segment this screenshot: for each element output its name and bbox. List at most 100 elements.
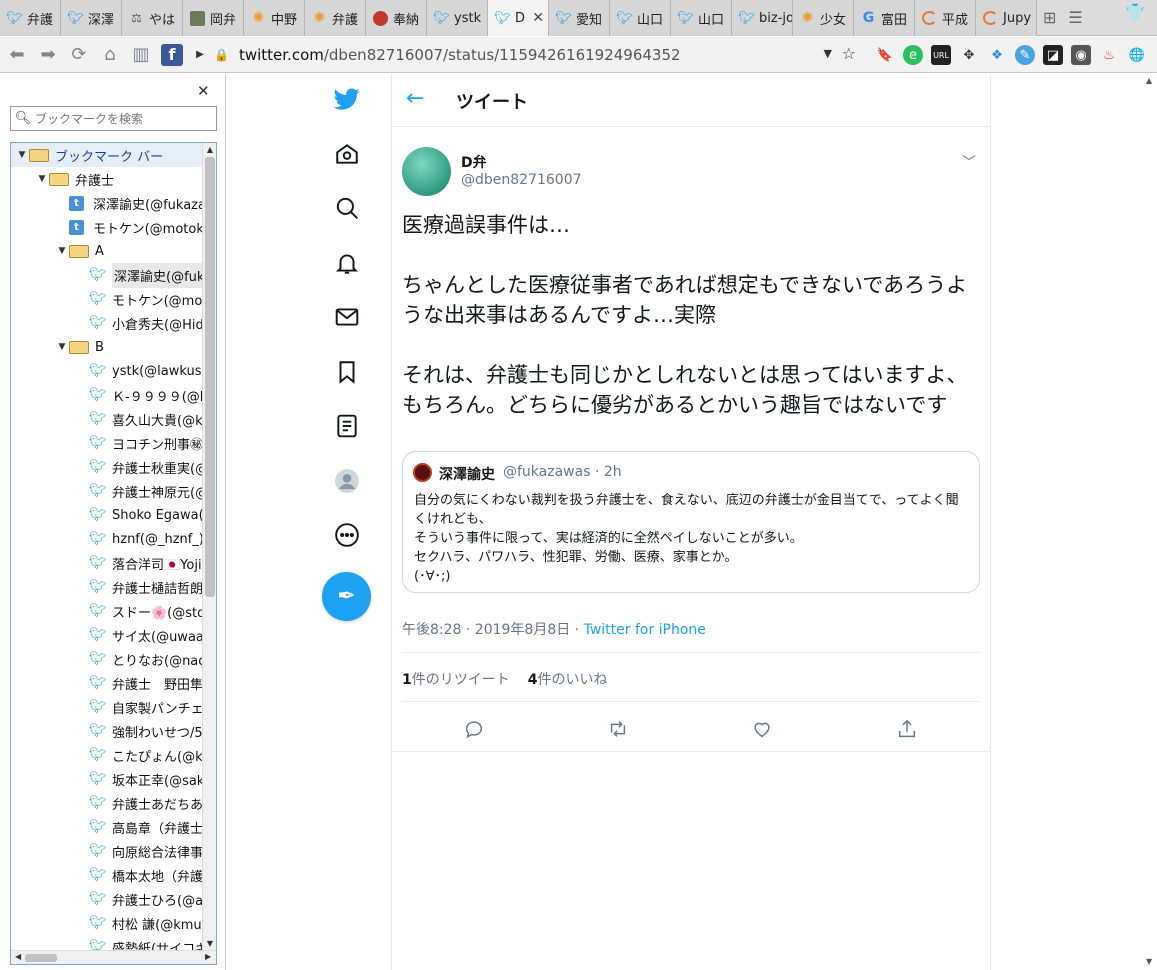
retweet-icon[interactable]	[604, 715, 632, 743]
feather-icon[interactable]: ✎	[1015, 45, 1035, 65]
bookmark-folder[interactable]: ▼ 弁護士	[11, 167, 114, 191]
bookmark-item[interactable]: 🐦︎ Shoko Egawa(@	[11, 503, 216, 527]
bookmarks-nav-icon[interactable]	[322, 352, 372, 392]
browser-tab[interactable]: ✺ 中野	[244, 0, 305, 36]
bookmark-item[interactable]: 🐦︎ 強制わいせつ/5	[11, 719, 203, 743]
like-heart-icon[interactable]	[748, 715, 776, 743]
twitter-logo-icon[interactable]	[322, 79, 372, 119]
bookmark-folder[interactable]: ▼ B	[11, 335, 104, 359]
bookmark-item[interactable]: 🐦︎ 高島章（弁護士	[11, 815, 203, 839]
home-nav-icon[interactable]	[322, 134, 372, 174]
bookmark-item[interactable]: t モトケン(@motoke	[11, 215, 211, 239]
bookmark-folder[interactable]: ▼ ブックマーク バー	[11, 143, 216, 167]
bookmark-item[interactable]: 🐦︎ ヨコチン刑事㊙	[11, 431, 203, 455]
bookmark-item[interactable]: 🐦︎ 弁護士樋詰哲朗	[11, 575, 203, 599]
facebook-icon[interactable]: f	[161, 43, 183, 66]
browser-tab[interactable]: 🐦︎ 弁護	[0, 0, 61, 36]
tweet-timestamp[interactable]: 午後8:28 · 2019年8月8日 ·	[402, 622, 584, 638]
author-name[interactable]: D弁	[461, 152, 487, 172]
new-tab-icon[interactable]: ⊞	[1043, 8, 1056, 27]
browser-tab[interactable]: ✺ 弁護	[305, 0, 366, 36]
scroll-thumb-horizontal[interactable]	[25, 954, 57, 962]
bookmark-item[interactable]: 🐦︎ スドー🌸(@std	[11, 599, 205, 623]
bookmark-item[interactable]: 🐦︎ 向原総合法律事	[11, 839, 203, 863]
scroll-down-icon[interactable]: ▼	[203, 939, 216, 948]
bookmark-item[interactable]: 🐦︎ 弁護士神原元(@	[11, 479, 208, 503]
tweet-menu-chevron-icon[interactable]: ﹀	[962, 152, 976, 172]
bookmark-item[interactable]: 🐦︎ 村松 謙(@kmu	[11, 911, 202, 935]
bookmark-item[interactable]: 🐦︎ 弁護士あだちあ	[11, 791, 203, 815]
camera-icon[interactable]: ◉	[1071, 45, 1091, 65]
bookmark-item[interactable]: 🐦︎ 弁護士 野田隼	[11, 671, 203, 695]
bookmark-star-icon[interactable]: ☆	[842, 44, 856, 63]
profile-avatar-icon[interactable]	[322, 461, 372, 501]
evernote-icon[interactable]: e	[903, 45, 923, 65]
bookmarks-icon[interactable]: 🔖	[875, 45, 895, 65]
tab-close-icon[interactable]: ✕	[532, 10, 544, 26]
browser-tab[interactable]: 奉納	[366, 0, 427, 36]
expand-triangle-icon[interactable]: ▼	[15, 150, 29, 160]
notifications-bell-icon[interactable]	[322, 243, 372, 283]
browser-tab[interactable]: 🐦︎ 深澤	[61, 0, 122, 36]
scroll-left-icon[interactable]: ◀	[15, 952, 21, 961]
browser-tab[interactable]: ⚖ やは	[122, 0, 183, 36]
browser-tab[interactable]: ✺ 少女	[793, 0, 854, 36]
sidebar-close-icon[interactable]: ✕	[197, 82, 210, 100]
compose-tweet-button[interactable]: ✒	[322, 572, 371, 621]
move-icon[interactable]: ✥	[959, 45, 979, 65]
forward-icon[interactable]: ➡	[34, 41, 62, 69]
globe-icon[interactable]: 🌐	[1127, 45, 1147, 65]
bookmark-item[interactable]: 🐦︎ 喜久山大貴(@k	[11, 407, 203, 431]
bookmark-item[interactable]: 🐦︎ 橋本太地（弁護	[11, 863, 203, 887]
page-scrollbar[interactable]: ▲ ▼	[1143, 74, 1157, 970]
browser-tab[interactable]: G 富田	[854, 0, 915, 36]
browser-tab[interactable]: 🐦︎ biz-jo	[732, 0, 793, 36]
bookmark-item[interactable]: 🐦︎ とりなお(@naot	[11, 647, 211, 671]
url-bar[interactable]: 🔒 twitter.com/dben82716007/status/115942…	[208, 41, 862, 69]
browser-tab[interactable]: 🐦︎ D ✕	[488, 0, 549, 36]
bookmark-item[interactable]: 🐦︎ 深澤諭史(@fuk	[11, 262, 207, 288]
page-scroll-up-icon[interactable]: ▲	[1146, 76, 1152, 85]
browser-tab[interactable]: 平成	[915, 0, 976, 36]
share-icon[interactable]	[893, 715, 921, 743]
bookmark-item[interactable]: 🐦︎ モトケン(@moto	[11, 287, 215, 311]
expand-triangle-icon[interactable]: ▼	[35, 174, 49, 184]
lists-icon[interactable]	[322, 406, 372, 446]
tab-list-icon[interactable]: ☰	[1068, 8, 1082, 27]
url-shortener-icon[interactable]: URL	[931, 45, 951, 65]
more-options-icon[interactable]	[322, 515, 372, 555]
browser-tab[interactable]: Jupy	[976, 0, 1037, 36]
tree-vertical-scrollbar[interactable]: ▲ ▼	[202, 143, 216, 950]
expand-triangle-icon[interactable]: ▼	[55, 246, 69, 256]
quoted-tweet[interactable]: 深澤諭史 @fukazawas · 2h 自分の気にくわない裁判を扱う弁護士を、…	[402, 451, 980, 593]
bookmark-item[interactable]: 🐦︎ 自家製パンチェ	[11, 695, 204, 719]
dropbox-icon[interactable]: ❖	[987, 45, 1007, 65]
bookmark-item[interactable]: 🐦︎ 小倉秀夫(@Hid	[11, 311, 204, 335]
bookmark-item[interactable]: 🐦︎ Ｋ-９９９９(@k9	[11, 383, 216, 407]
reply-icon[interactable]	[460, 715, 488, 743]
tweet-source-link[interactable]: Twitter for iPhone	[584, 622, 706, 638]
back-icon[interactable]: ⬅	[3, 41, 31, 69]
messages-envelope-icon[interactable]	[322, 297, 372, 337]
explore-search-icon[interactable]	[322, 188, 372, 228]
back-arrow-icon[interactable]: ←	[406, 86, 424, 111]
bookmarks-panel-icon[interactable]: ▥	[127, 41, 155, 69]
scroll-thumb[interactable]	[205, 157, 215, 597]
author-handle[interactable]: @dben82716007	[461, 172, 582, 188]
home-icon[interactable]: ⌂	[96, 41, 124, 69]
like-stat[interactable]: 4件のいいね	[528, 672, 608, 688]
browser-tab[interactable]: 🐦︎ 山口	[610, 0, 671, 36]
browser-tab[interactable]: 🐦︎ 山口	[671, 0, 732, 36]
bookmark-item[interactable]: 🐦︎ こたぴょん(@ko	[11, 743, 210, 767]
reload-icon[interactable]: ⟳	[65, 41, 93, 69]
url-dropdown-icon[interactable]: ▼	[824, 47, 832, 60]
bookmark-item[interactable]: 🐦︎ 弁護士秋重実(@	[11, 455, 208, 479]
bookmark-item[interactable]: 🐦︎ サイ太(@uwaaa	[11, 623, 212, 647]
bookmark-search-input[interactable]	[35, 111, 210, 126]
author-avatar[interactable]	[402, 147, 451, 196]
expand-triangle-icon[interactable]: ▼	[55, 342, 69, 352]
bookmark-item[interactable]: 🐦︎ ystk(@lawkus)	[11, 359, 207, 383]
bookmark-item[interactable]: 🐦︎ 弁護士ひろ(@a	[11, 887, 203, 911]
bookmark-item[interactable]: 🐦︎ hznf(@_hznf_)	[11, 527, 204, 551]
zotero-icon[interactable]: ◪	[1043, 45, 1063, 65]
